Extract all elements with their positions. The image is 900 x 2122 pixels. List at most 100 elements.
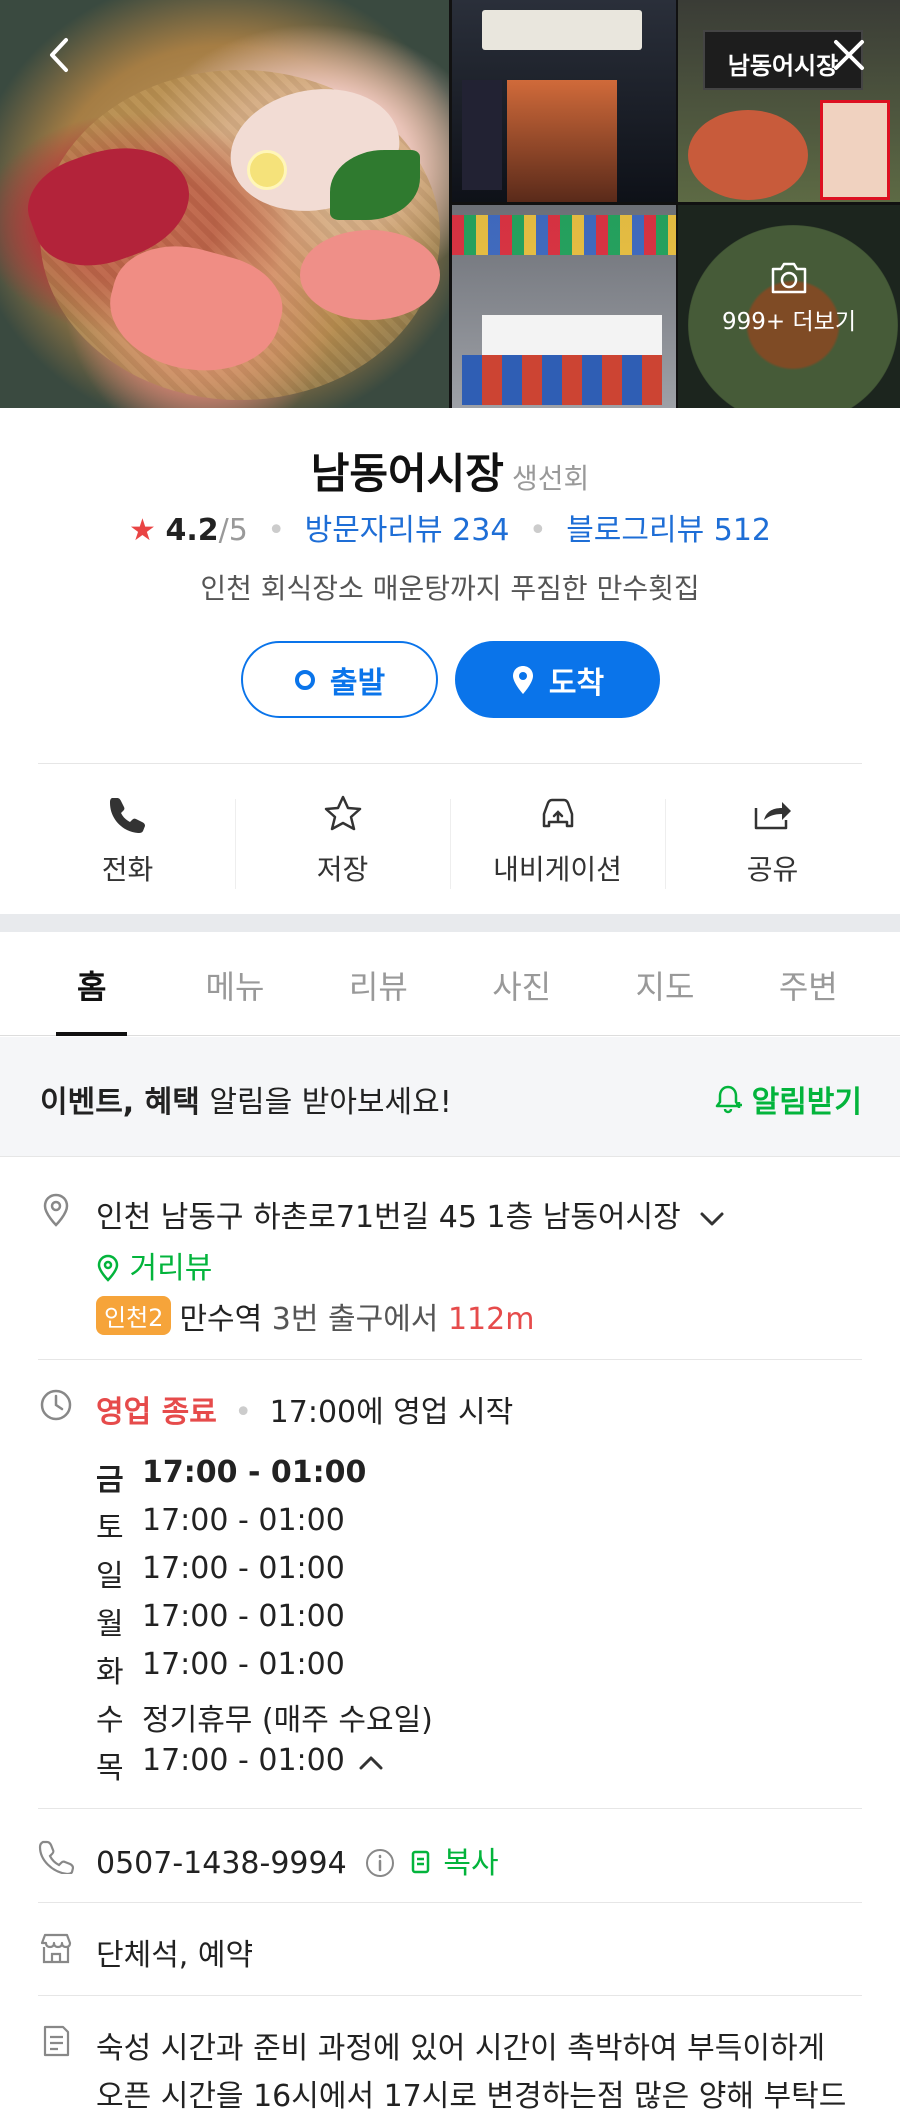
close-icon[interactable] <box>824 30 874 80</box>
business-status-label: 영업 종료 <box>96 1395 217 1430</box>
tab-photo[interactable]: 사진 <box>450 932 593 1035</box>
event-alert-bold: 이벤트, 혜택 <box>40 1085 200 1120</box>
store-icon <box>40 1933 72 1964</box>
table-shape <box>482 315 662 355</box>
next-open-time: 17:00에 영업 시작 <box>269 1395 514 1430</box>
street-view-link[interactable]: 거리뷰 <box>96 1243 212 1287</box>
hours-row-today: 금 17:00 - 01:00 <box>96 1455 433 1503</box>
start-point-icon <box>294 669 315 690</box>
arrive-route-button[interactable]: 도착 <box>455 641 660 718</box>
hours-day: 일 <box>96 1559 124 1594</box>
hours-day: 화 <box>96 1655 124 1690</box>
hours-day: 토 <box>96 1511 124 1546</box>
entrance-shape <box>507 80 617 202</box>
call-action[interactable]: 전화 <box>20 764 235 914</box>
hours-time: 17:00 - 01:00 <box>142 1455 367 1490</box>
place-name: 남동어시장 <box>310 449 504 498</box>
rating-star-icon: ★ <box>129 513 156 548</box>
rating-outof: /5 <box>218 513 248 548</box>
separator-dot: • <box>528 513 547 548</box>
divider <box>38 1359 862 1360</box>
separator-dot: • <box>234 1395 253 1430</box>
hours-row: 일 17:00 - 01:00 <box>96 1551 433 1599</box>
info-icon[interactable] <box>364 1847 396 1879</box>
window-shape <box>462 80 502 190</box>
food-shape <box>247 150 287 190</box>
business-status[interactable]: 영업 종료 • 17:00에 영업 시작 <box>96 1387 513 1431</box>
share-icon <box>754 802 791 830</box>
star-icon <box>324 795 361 831</box>
hours-time: 정기휴무 (매주 수요일) <box>142 1703 433 1738</box>
hours-time: 17:00 - 01:00 <box>142 1503 345 1538</box>
clock-icon <box>40 1389 72 1421</box>
share-label: 공유 <box>746 853 799 886</box>
save-action[interactable]: 저장 <box>235 764 450 914</box>
phone-number[interactable]: 0507-1438-9994 <box>96 1846 347 1881</box>
place-category: 생선회 <box>511 462 590 495</box>
hours-time: 17:00 - 01:00 <box>142 1647 345 1682</box>
phone-icon <box>38 1840 74 1874</box>
subscribe-alert-button[interactable]: 알림받기 <box>712 1077 862 1121</box>
call-label: 전화 <box>101 853 154 886</box>
hours-time: 17:00 - 01:00 <box>142 1551 345 1586</box>
chevron-up-icon[interactable] <box>357 1753 385 1773</box>
address-text: 인천 남동구 하촌로71번길 45 1층 남동어시장 <box>96 1200 681 1235</box>
camera-icon <box>771 262 807 294</box>
food-shape <box>688 110 808 200</box>
copy-icon <box>411 1850 430 1874</box>
interior-photo[interactable] <box>452 205 676 408</box>
notice-line-2: 오픈 시간을 16시에서 17시로 변경하는점 많은 양해 부탁드 <box>96 2079 847 2114</box>
subway-exit: 3번 출구에서 <box>262 1302 448 1337</box>
start-route-button[interactable]: 출발 <box>241 641 438 718</box>
divider <box>38 1995 862 1996</box>
event-alert-text: 알림을 받아보세요! <box>199 1085 452 1120</box>
sign-shape <box>482 10 642 50</box>
tab-menu[interactable]: 메뉴 <box>163 932 306 1035</box>
arrive-route-label: 도착 <box>548 665 605 701</box>
tab-map[interactable]: 지도 <box>593 932 736 1035</box>
food-shape <box>300 230 440 320</box>
flags-shape <box>452 215 676 255</box>
section-gap <box>0 914 900 932</box>
subway-station: 만수역 <box>179 1302 263 1337</box>
start-route-label: 출발 <box>329 665 386 701</box>
hours-day: 수 <box>96 1703 124 1738</box>
tab-review[interactable]: 리뷰 <box>307 932 450 1035</box>
subscribe-alert-label: 알림받기 <box>751 1085 862 1120</box>
photo-gallery[interactable]: 남동어시장 999+ 더보기 <box>0 0 900 408</box>
phone-icon <box>109 798 145 833</box>
navigation-action[interactable]: 내비게이션 <box>450 764 665 914</box>
place-title: 남동어시장 생선회 <box>0 440 900 501</box>
map-pin-icon <box>43 1193 69 1227</box>
tab-home[interactable]: 홈 <box>20 932 163 1036</box>
subway-info: 인천2 만수역 3번 출구에서 112m <box>96 1294 534 1338</box>
notice-line-1: 숙성 시간과 준비 과정에 있어 시간이 촉박하여 부득이하게 <box>96 2031 826 2066</box>
phone-row: 0507-1438-9994 복사 <box>96 1838 499 1882</box>
street-view-pin-icon <box>97 1254 119 1282</box>
visitor-review-link[interactable]: 방문자리뷰 234 <box>305 513 510 548</box>
tab-nearby[interactable]: 주변 <box>737 932 880 1035</box>
divider <box>38 1808 862 1809</box>
storefront-photo[interactable] <box>452 0 676 202</box>
tab-bar: 홈 메뉴 리뷰 사진 지도 주변 <box>0 932 900 1036</box>
notice-icon <box>43 2025 70 2057</box>
blog-review-link[interactable]: 블로그리뷰 512 <box>566 513 771 548</box>
poster-shape <box>820 100 890 200</box>
share-action[interactable]: 공유 <box>665 764 880 914</box>
divider <box>38 1902 862 1903</box>
facilities-text: 단체석, 예약 <box>96 1938 254 1973</box>
subway-line-badge: 인천2 <box>96 1296 172 1335</box>
back-icon[interactable] <box>36 30 86 80</box>
chevron-down-icon[interactable] <box>698 1209 726 1229</box>
more-photos-button[interactable]: 999+ 더보기 <box>678 260 900 336</box>
save-label: 저장 <box>316 853 369 886</box>
place-description: 인천 회식장소 매운탕까지 푸짐한 만수횟집 <box>200 572 700 605</box>
hours-time: 17:00 - 01:00 <box>142 1743 345 1778</box>
copy-phone-button[interactable]: 복사 <box>410 1846 499 1881</box>
subway-distance: 112m <box>447 1302 535 1337</box>
copy-label: 복사 <box>443 1846 499 1881</box>
action-bar: 전화 저장 내비게이션 공유 <box>0 764 900 914</box>
hours-day: 월 <box>96 1607 124 1642</box>
address-row[interactable]: 인천 남동구 하촌로71번길 45 1층 남동어시장 <box>96 1192 726 1236</box>
location-pin-icon <box>512 665 533 694</box>
